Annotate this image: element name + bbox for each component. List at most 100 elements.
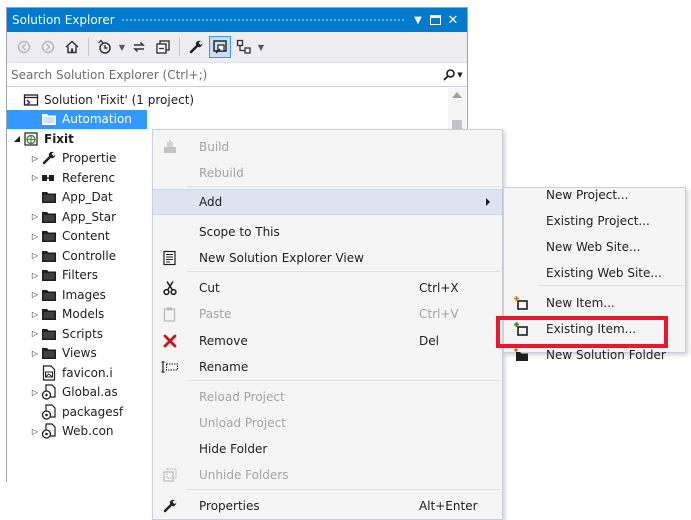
submenu-item-existing-web-site[interactable]: Existing Web Site... — [504, 260, 685, 286]
back-icon[interactable] — [13, 36, 35, 58]
folder-icon — [41, 248, 57, 264]
menu-item-scope-to-this[interactable]: Scope to This — [153, 219, 502, 245]
remove-icon — [153, 333, 187, 349]
collapsed-arrow-icon[interactable]: ▷ — [29, 329, 41, 338]
menu-item-label: Scope to This — [199, 225, 280, 239]
unhide-icon — [153, 467, 187, 483]
config-file-icon — [41, 404, 57, 420]
menu-item-label: New Solution Explorer View — [199, 251, 364, 265]
tree-item-label: Global.as — [62, 385, 118, 400]
menu-separator — [187, 489, 500, 490]
menu-item-remove[interactable]: Remove Del — [153, 328, 502, 354]
collapsed-arrow-icon[interactable]: ▷ — [29, 349, 41, 358]
search-input[interactable]: Search Solution Explorer (Ctrl+;) — [11, 68, 439, 82]
menu-item-rename[interactable]: Rename — [153, 354, 502, 380]
scissors-icon — [153, 280, 187, 296]
menu-item-build[interactable]: Build — [153, 134, 502, 160]
folder-icon — [41, 345, 57, 361]
menu-item-add[interactable]: Add — [153, 189, 502, 215]
menu-item-reload-project[interactable]: Reload Project — [153, 384, 502, 410]
menu-item-label: Rename — [199, 360, 249, 374]
tree-item-label: Content — [62, 229, 110, 244]
collapse-all-icon[interactable] — [152, 36, 174, 58]
menu-item-label: Unload Project — [199, 416, 286, 430]
title-grip — [120, 17, 406, 23]
collapsed-arrow-icon[interactable]: ▷ — [29, 271, 41, 280]
tree-item[interactable]: Automation — [7, 109, 147, 129]
collapsed-arrow-icon[interactable]: ▷ — [29, 212, 41, 221]
menu-item-rebuild[interactable]: Rebuild — [153, 160, 502, 186]
collapsed-arrow-icon[interactable]: ▷ — [29, 173, 41, 182]
submenu-item-label: New Web Site... — [546, 240, 641, 254]
tree-item-label: Solution 'Fixit' (1 project) — [44, 92, 195, 107]
collapsed-arrow-icon[interactable]: ▷ — [29, 154, 41, 163]
tree-item[interactable]: Solution 'Fixit' (1 project) — [7, 90, 467, 110]
tree-item-label: favicon.i — [62, 365, 113, 380]
tree-item-label: Filters — [62, 268, 98, 283]
tree-item-label: Referenc — [62, 170, 116, 185]
menu-separator — [187, 186, 500, 187]
submenu-arrow-icon — [486, 198, 490, 206]
menu-item-paste[interactable]: Paste Ctrl+V — [153, 301, 502, 327]
tree-item-label: Scripts — [62, 326, 104, 341]
submenu-item-label: Existing Web Site... — [546, 266, 662, 280]
tree-item-label: App_Star — [62, 209, 117, 224]
toolbar-separator — [179, 38, 180, 56]
menu-item-hide-folder[interactable]: Hide Folder — [153, 436, 502, 462]
folder-icon — [41, 267, 57, 283]
submenu-item-new-solution-folder[interactable]: New Solution Folder — [504, 342, 685, 368]
dropdown-arrow-icon[interactable]: ▼ — [257, 43, 265, 52]
dropdown-arrow-icon[interactable]: ▼ — [412, 15, 424, 26]
collapsed-arrow-icon[interactable]: ▷ — [29, 251, 41, 260]
panel-title: Solution Explorer — [12, 13, 115, 27]
menu-item-label: Properties — [199, 499, 260, 513]
pending-changes-icon[interactable] — [94, 36, 116, 58]
search-icon[interactable]: ▼ — [439, 68, 467, 81]
menu-item-label: Unhide Folders — [199, 468, 289, 482]
collapsed-arrow-icon[interactable]: ▷ — [29, 290, 41, 299]
search-box[interactable]: Search Solution Explorer (Ctrl+;) ▼ — [7, 63, 467, 87]
menu-item-unhide-folders[interactable]: Unhide Folders — [153, 462, 502, 488]
submenu-item-new-item[interactable]: New Item... — [504, 290, 685, 316]
expanded-arrow-icon[interactable]: ◢ — [11, 134, 23, 143]
submenu-item-label: Existing Item... — [546, 322, 637, 336]
menu-item-label: Cut — [199, 281, 220, 295]
tree-item-label: Web.con — [62, 424, 114, 439]
collapsed-arrow-icon[interactable]: ▷ — [29, 427, 41, 436]
tree-item-label: Views — [62, 346, 97, 361]
submenu-item-new-project[interactable]: New Project... — [504, 182, 685, 208]
dropdown-arrow-icon[interactable]: ▼ — [118, 43, 126, 52]
class-diagram-icon[interactable] — [233, 36, 255, 58]
collapsed-arrow-icon[interactable]: ▷ — [29, 388, 41, 397]
preview-selected-items-icon[interactable] — [209, 36, 231, 58]
references-icon — [41, 170, 57, 186]
sync-icon[interactable] — [128, 36, 150, 58]
menu-item-shortcut: Alt+Enter — [419, 499, 478, 513]
scroll-up-icon[interactable] — [452, 92, 462, 98]
submenu-item-existing-project[interactable]: Existing Project... — [504, 208, 685, 234]
menu-item-cut[interactable]: Cut Ctrl+X — [153, 275, 502, 301]
home-icon[interactable] — [61, 36, 83, 58]
rename-icon — [153, 361, 187, 373]
collapsed-arrow-icon[interactable]: ▷ — [29, 310, 41, 319]
panel-title-bar[interactable]: Solution Explorer ▼ ✕ — [7, 8, 467, 32]
forward-icon[interactable] — [37, 36, 59, 58]
tree-item-label: Images — [62, 287, 106, 302]
submenu-item-label: New Item... — [546, 296, 615, 310]
panel-toolbar: ▼ ▼ — [7, 32, 467, 63]
properties-wrench-icon[interactable] — [185, 36, 207, 58]
folder-icon — [41, 326, 57, 342]
submenu-item-label: Existing Project... — [546, 214, 650, 228]
collapsed-arrow-icon[interactable]: ▷ — [29, 232, 41, 241]
web-project-icon — [23, 131, 39, 147]
folder-icon — [41, 287, 57, 303]
submenu-item-new-web-site[interactable]: New Web Site... — [504, 234, 685, 260]
menu-item-label: Reload Project — [199, 390, 285, 404]
submenu-item-existing-item[interactable]: Existing Item... — [504, 316, 685, 342]
close-icon[interactable]: ✕ — [447, 13, 459, 28]
maximize-icon[interactable] — [430, 15, 441, 25]
folder-icon — [41, 189, 57, 205]
menu-item-new-solution-explorer-view[interactable]: New Solution Explorer View — [153, 245, 502, 271]
menu-item-unload-project[interactable]: Unload Project — [153, 410, 502, 436]
menu-item-properties[interactable]: Properties Alt+Enter — [153, 493, 502, 519]
